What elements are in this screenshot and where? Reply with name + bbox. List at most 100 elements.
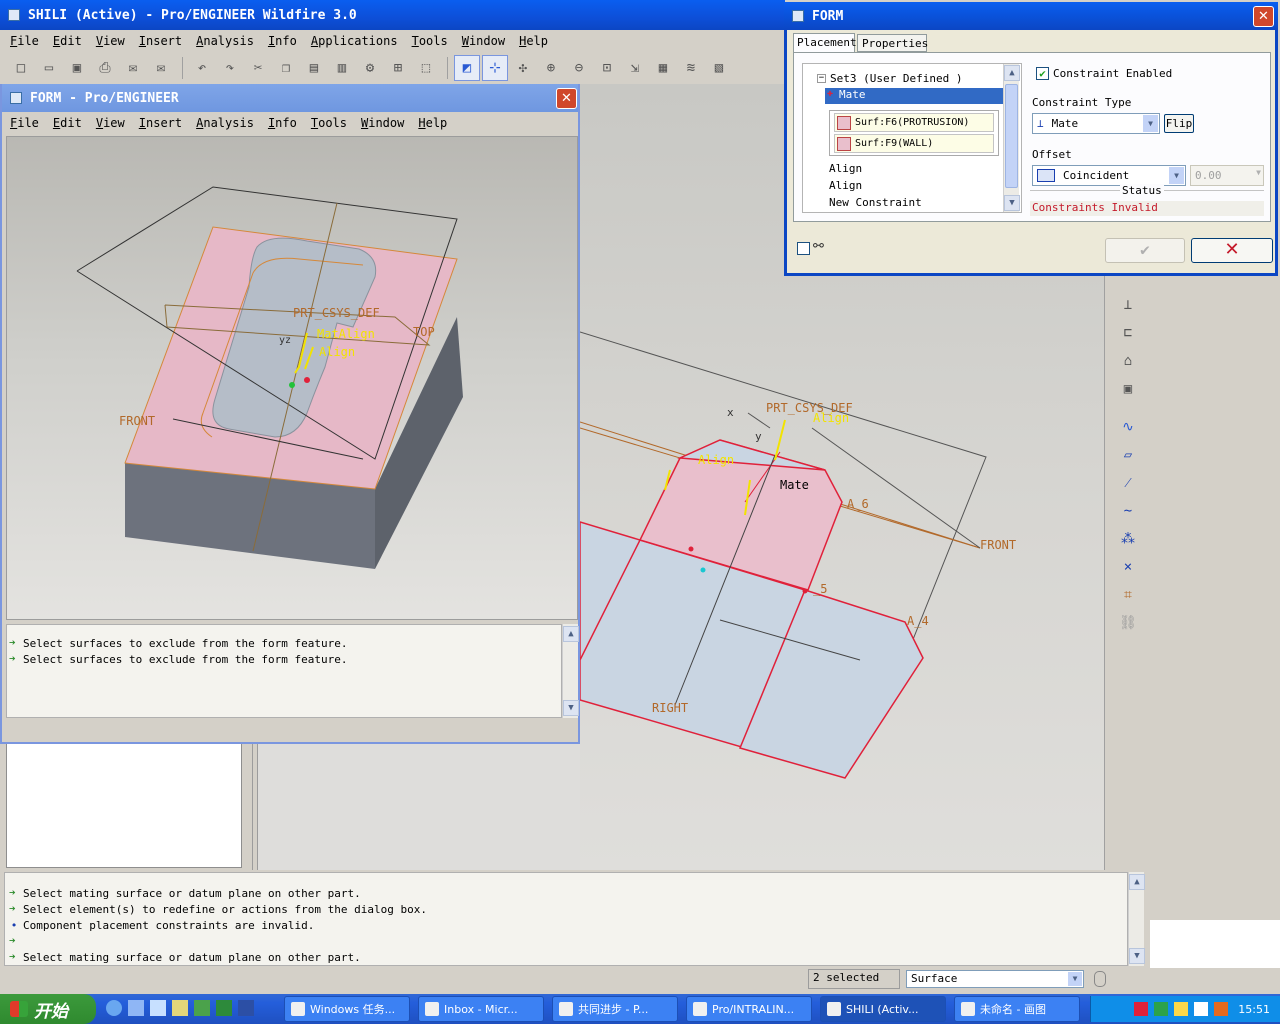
menu-view[interactable]: View [96, 34, 125, 48]
datum-point-icon[interactable]: ⁂ [1115, 526, 1141, 552]
tree-item-new-constraint[interactable]: New Constraint [829, 196, 922, 209]
menu-help[interactable]: Help [519, 34, 548, 48]
scroll-up-icon[interactable]: ▲ [1004, 65, 1020, 81]
reference-item[interactable]: Surf:F9(WALL) [834, 134, 994, 153]
tree-item-align[interactable]: Align [829, 162, 862, 175]
menu-applications[interactable]: Applications [311, 34, 398, 48]
tree-item-align[interactable]: Align [829, 179, 862, 192]
excel-icon[interactable] [216, 1000, 232, 1016]
datum-axis-icon[interactable]: ⁄ [1115, 470, 1141, 496]
word-icon[interactable] [238, 1000, 254, 1016]
saved-views-icon[interactable]: ▦ [650, 55, 676, 81]
zoom-in-icon[interactable]: ⊕ [538, 55, 564, 81]
find-icon[interactable]: ⊞ [385, 55, 411, 81]
menu-window[interactable]: Window [361, 116, 404, 130]
preview-checkbox[interactable] [797, 242, 810, 255]
flip-button[interactable]: Flip [1164, 114, 1194, 133]
task-forum[interactable]: 共同进步 - P... [552, 996, 678, 1022]
menu-info[interactable]: Info [268, 34, 297, 48]
menu-view[interactable]: View [96, 116, 125, 130]
scroll-up-icon[interactable]: ▲ [563, 626, 579, 642]
desktop-icon[interactable] [128, 1000, 144, 1016]
view-manager-icon[interactable]: ▧ [706, 55, 732, 81]
zoom-out-icon[interactable]: ⊖ [566, 55, 592, 81]
refit-icon[interactable]: ⊡ [594, 55, 620, 81]
copy-icon[interactable]: ❐ [273, 55, 299, 81]
media-icon[interactable] [172, 1000, 188, 1016]
menu-tools[interactable]: Tools [412, 34, 448, 48]
reference-item[interactable]: Surf:F6(PROTRUSION) [834, 113, 994, 132]
message-scrollbar[interactable]: ▲ ▼ [1128, 872, 1145, 966]
tree-item-mate-selected[interactable]: ✚ Mate [825, 88, 1003, 104]
outlook-icon[interactable] [150, 1000, 166, 1016]
cancel-button[interactable]: ✕ [1191, 238, 1273, 263]
open-folder-icon[interactable]: ▭ [36, 55, 62, 81]
menu-help[interactable]: Help [418, 116, 447, 130]
datum-plane-icon[interactable]: ▱ [1115, 442, 1141, 468]
datum-display-icon[interactable]: ⊹ [482, 55, 508, 81]
menu-edit[interactable]: Edit [53, 34, 82, 48]
scroll-down-icon[interactable]: ▼ [1004, 195, 1020, 211]
undo-icon[interactable]: ↶ [189, 55, 215, 81]
task-intralink[interactable]: Pro/INTRALIN... [686, 996, 812, 1022]
print-icon[interactable]: ⎙ [92, 55, 118, 81]
dialog-close-button[interactable]: ✕ [1253, 6, 1274, 27]
scroll-up-icon[interactable]: ▲ [1129, 874, 1145, 890]
task-inbox[interactable]: Inbox - Micr... [418, 996, 544, 1022]
app-icon[interactable] [194, 1000, 210, 1016]
sketch-icon[interactable]: ◩ [454, 55, 480, 81]
menu-edit[interactable]: Edit [53, 116, 82, 130]
menu-analysis[interactable]: Analysis [196, 116, 254, 130]
constraint-enabled-row[interactable]: ✔ Constraint Enabled [1036, 67, 1172, 80]
offset-dropdown[interactable]: Coincident ▼ [1032, 165, 1186, 186]
reorient-icon[interactable]: ⇲ [622, 55, 648, 81]
tree-scrollbar[interactable]: ▲ ▼ [1003, 64, 1020, 212]
analysis-icon[interactable]: ⌗ [1115, 582, 1141, 608]
tab-properties[interactable]: Properties [857, 34, 928, 52]
form-graphics-area[interactable]: PRT_CSYS_DEF MatAlign Align TOP FRONT yz [6, 136, 578, 620]
chevron-down-icon[interactable]: ▼ [1068, 972, 1082, 986]
tray-icon[interactable] [1214, 1002, 1229, 1016]
constraint-tree[interactable]: − Set3 (User Defined ) ✚ Mate Surf:F6(PR… [802, 63, 1022, 213]
lock-icon[interactable] [1094, 971, 1106, 987]
constraint-enabled-checkbox[interactable]: ✔ [1036, 67, 1049, 80]
start-button[interactable]: 开始 [0, 994, 96, 1024]
tray-icon[interactable] [1154, 1002, 1169, 1016]
selection-filter-dropdown[interactable]: Surface ▼ [906, 970, 1084, 988]
ok-button[interactable]: ✔ [1105, 238, 1185, 263]
scroll-down-icon[interactable]: ▼ [1129, 948, 1145, 964]
tab-placement[interactable]: Placement [793, 33, 857, 52]
menu-insert[interactable]: Insert [139, 34, 182, 48]
scroll-down-icon[interactable]: ▼ [563, 700, 579, 716]
task-paint[interactable]: 未命名 - 画图 [954, 996, 1080, 1022]
mail-attach-icon[interactable]: ✉ [148, 55, 174, 81]
send-mail-icon[interactable]: ✉ [120, 55, 146, 81]
datum-curve-icon[interactable]: ∿ [1115, 414, 1141, 440]
select-box-icon[interactable]: ⬚ [413, 55, 439, 81]
menu-file[interactable]: File [10, 34, 39, 48]
ie-icon[interactable] [106, 1000, 122, 1016]
tray-icon[interactable] [1194, 1002, 1209, 1016]
sketch-curve-icon[interactable]: ∼ [1115, 498, 1141, 524]
unbend-icon[interactable]: ⌂ [1115, 348, 1141, 374]
flat-pattern-icon[interactable]: ▣ [1115, 376, 1141, 402]
menu-file[interactable]: File [10, 116, 39, 130]
link-icon[interactable]: ⛓ [1115, 610, 1141, 636]
menu-insert[interactable]: Insert [139, 116, 182, 130]
regenerate-icon[interactable]: ⚙ [357, 55, 383, 81]
chevron-down-icon[interactable]: ▼ [1169, 167, 1184, 184]
placement-icon[interactable]: ⊥ [1115, 292, 1141, 318]
layers-icon[interactable]: ≋ [678, 55, 704, 81]
main-graphics-area-left[interactable] [258, 742, 580, 870]
collapse-icon[interactable]: − [817, 74, 826, 83]
tree-set-row[interactable]: − Set3 (User Defined ) [817, 72, 962, 85]
new-file-icon[interactable]: □ [8, 55, 34, 81]
menu-analysis[interactable]: Analysis [196, 34, 254, 48]
model-tree-panel[interactable] [6, 742, 242, 868]
constraint-type-dropdown[interactable]: ⊥ Mate ▼ [1032, 113, 1160, 134]
redo-icon[interactable]: ↷ [217, 55, 243, 81]
save-icon[interactable]: ▣ [64, 55, 90, 81]
paste-icon[interactable]: ▤ [301, 55, 327, 81]
spin-center-icon[interactable]: ✣ [510, 55, 536, 81]
task-shili[interactable]: SHILI (Activ... [820, 996, 946, 1022]
